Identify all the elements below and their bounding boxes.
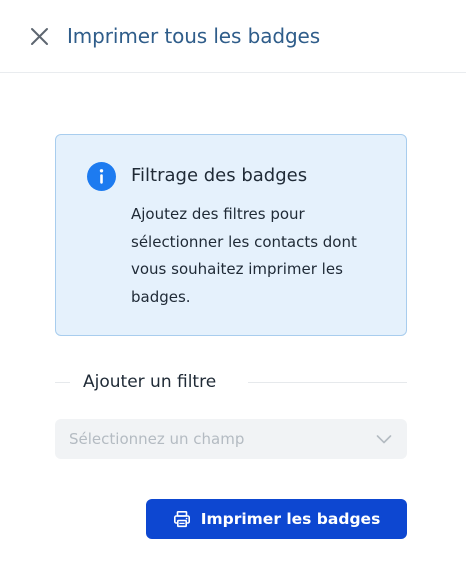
chevron-down-icon (376, 435, 392, 444)
info-description: Ajoutez des filtres pour sélectionner le… (131, 205, 357, 306)
page-title: Imprimer tous les badges (67, 24, 321, 48)
field-select[interactable]: Sélectionnez un champ (55, 419, 407, 459)
info-title: Filtrage des badges (131, 165, 308, 186)
close-button[interactable] (27, 24, 53, 50)
divider (55, 382, 70, 383)
filter-heading: Ajouter un filtre (83, 372, 217, 392)
select-placeholder: Sélectionnez un champ (69, 430, 245, 448)
panel-header: Imprimer tous les badges (0, 0, 466, 73)
print-badges-panel: Imprimer tous les badges Filtrage des ba… (0, 0, 466, 582)
printer-icon (173, 510, 190, 528)
print-badges-button[interactable]: Imprimer les badges (146, 499, 407, 539)
close-icon (31, 28, 48, 45)
info-icon (87, 162, 116, 191)
info-callout: Filtrage des badges Ajoutez des filtres … (55, 134, 407, 336)
divider (248, 382, 407, 383)
filter-section-heading: Ajouter un filtre (55, 368, 407, 396)
print-button-label: Imprimer les badges (200, 510, 381, 528)
